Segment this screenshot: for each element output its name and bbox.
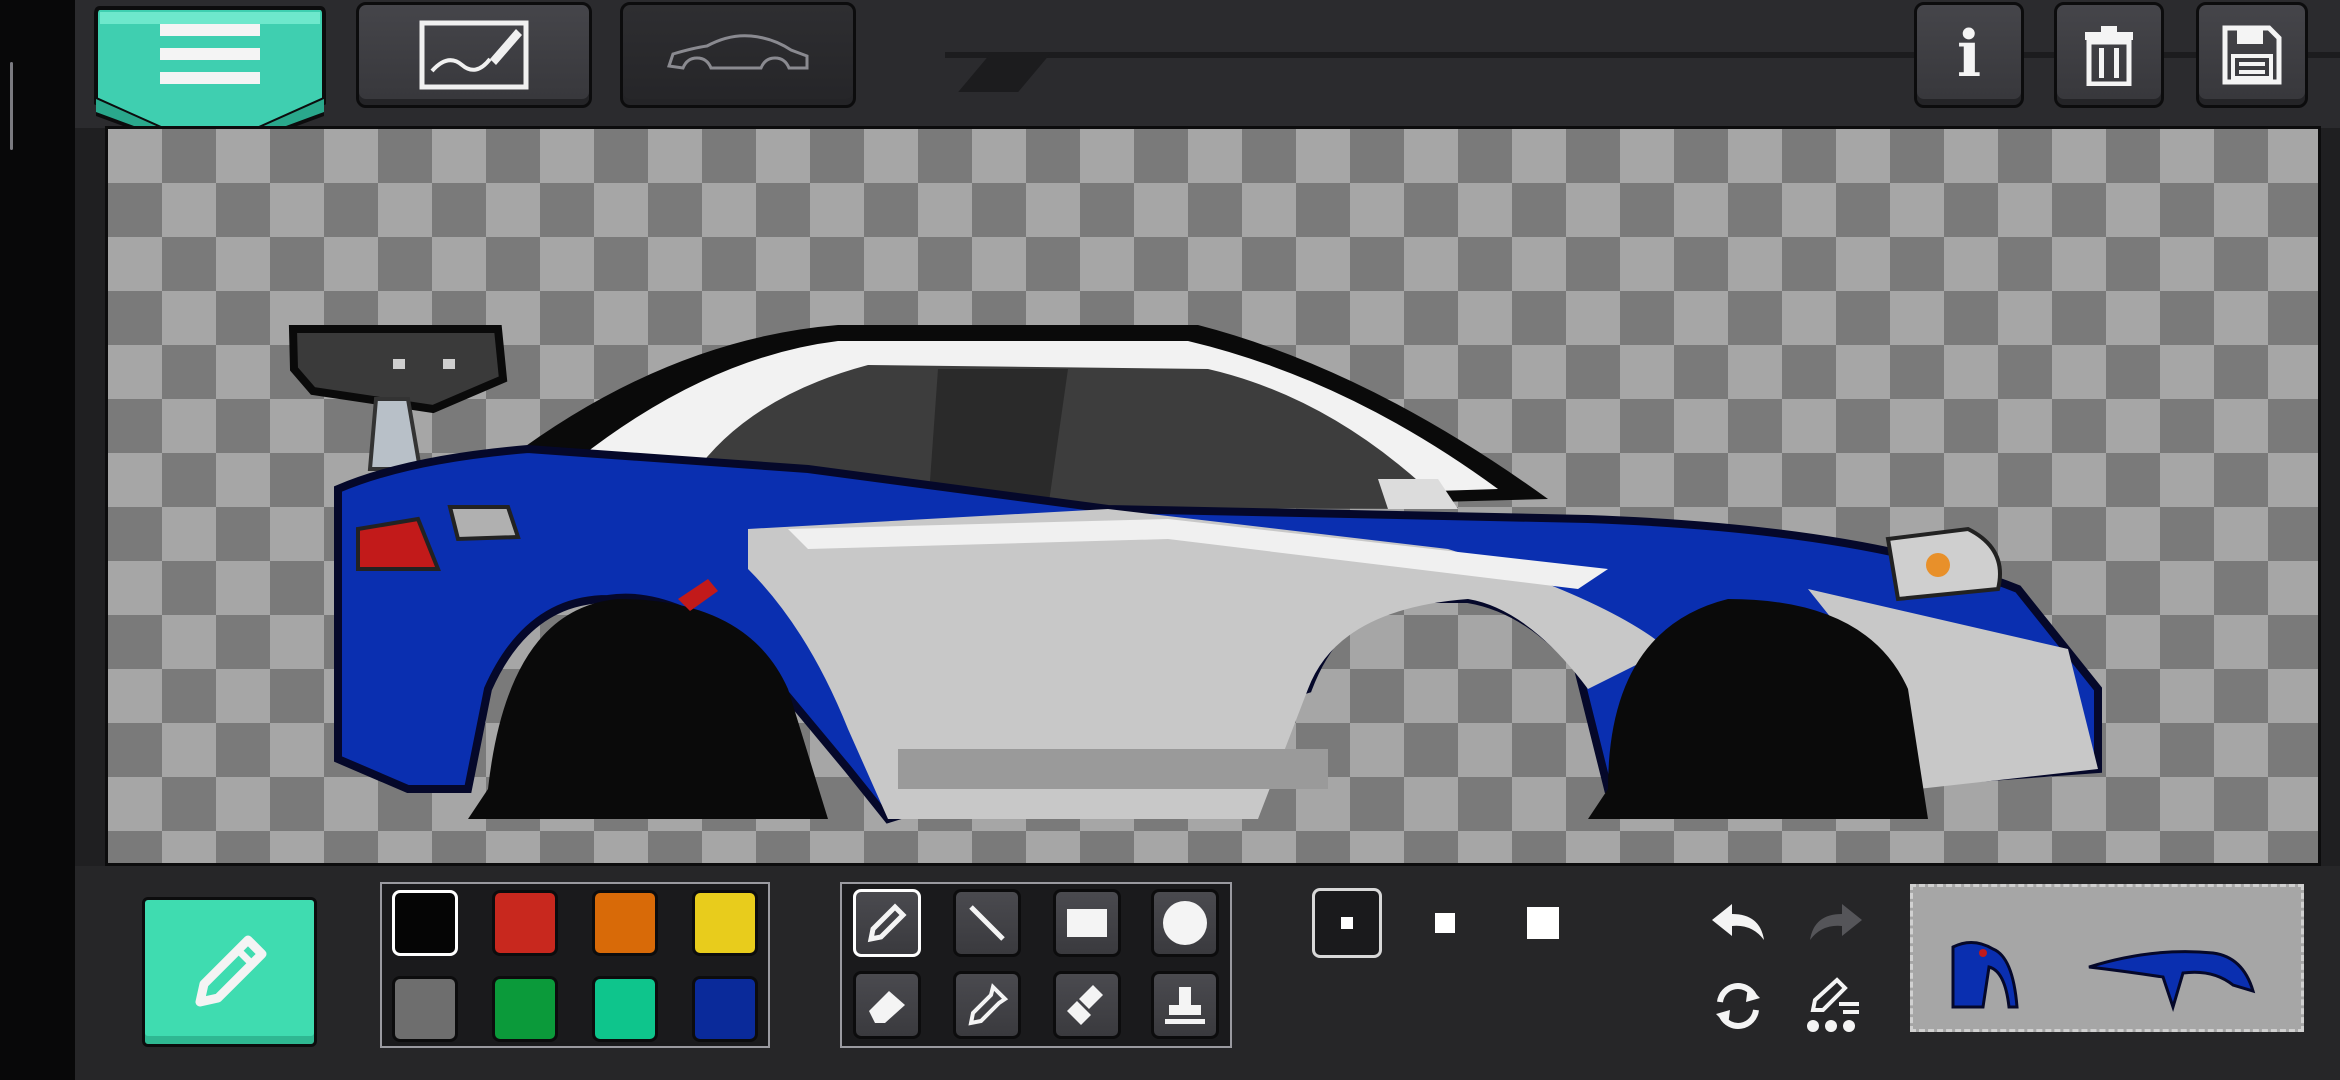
pen-settings-button[interactable] <box>1800 974 1870 1038</box>
circle-icon <box>1163 901 1207 945</box>
info-button[interactable]: i <box>1914 2 2024 108</box>
save-button[interactable] <box>2196 2 2308 108</box>
pencil-tool[interactable] <box>853 889 921 957</box>
color-swatch[interactable] <box>592 976 658 1042</box>
car-artwork <box>288 325 2102 824</box>
undo-arrow-icon <box>1712 904 1764 940</box>
floppy-disk-icon <box>2222 25 2282 85</box>
brush-size-medium[interactable] <box>1410 888 1480 958</box>
eraser-tool[interactable] <box>853 971 921 1039</box>
spray-can-icon <box>1067 985 1103 1025</box>
brush-size-dot <box>1341 917 1353 929</box>
eyedropper-tool[interactable] <box>953 971 1021 1039</box>
eyedropper-icon <box>968 983 1009 1026</box>
color-swatch[interactable] <box>692 976 758 1042</box>
rotate-button[interactable] <box>1706 974 1770 1038</box>
delete-button[interactable] <box>2054 2 2164 108</box>
spray-tool[interactable] <box>1053 971 1121 1039</box>
car-outline-icon <box>667 34 809 70</box>
info-icon: i <box>1956 17 1982 92</box>
layer-preview[interactable] <box>1910 884 2304 1032</box>
trash-icon <box>2085 26 2133 86</box>
color-swatch[interactable] <box>392 890 458 956</box>
brush-size-small[interactable] <box>1312 888 1382 958</box>
eraser-icon <box>869 991 905 1023</box>
rectangle-tool[interactable] <box>1053 889 1121 957</box>
redo-arrow-icon <box>1810 904 1862 940</box>
color-swatch[interactable] <box>692 890 758 956</box>
drawing-canvas[interactable] <box>105 126 2321 866</box>
brush-size-dot <box>1527 907 1559 939</box>
stamp-icon <box>1165 987 1205 1024</box>
color-swatch[interactable] <box>492 890 558 956</box>
drawing-canvas-icon <box>419 20 529 90</box>
draw-mode-button[interactable] <box>356 2 592 108</box>
brush-size-large[interactable] <box>1508 888 1578 958</box>
color-swatch[interactable] <box>392 976 458 1042</box>
color-swatch[interactable] <box>492 976 558 1042</box>
preview-thumbnail <box>1951 941 2256 1013</box>
pencil-icon <box>195 935 266 1007</box>
side-handle[interactable] <box>10 62 13 150</box>
pen-settings-icon <box>1807 977 1859 1032</box>
brush-size-dot <box>1435 913 1455 933</box>
rotate-icon <box>1716 983 1760 1029</box>
system-side-strip <box>0 0 75 1080</box>
pencil-icon <box>867 903 907 943</box>
redo-button[interactable] <box>1804 892 1868 952</box>
line-tool[interactable] <box>953 889 1021 957</box>
line-icon <box>969 905 1005 941</box>
rectangle-icon <box>1067 909 1107 937</box>
circle-tool[interactable] <box>1151 889 1219 957</box>
car-shape-button[interactable] <box>620 2 856 108</box>
color-swatch[interactable] <box>592 890 658 956</box>
undo-button[interactable] <box>1706 892 1770 952</box>
stamp-tool[interactable] <box>1151 971 1219 1039</box>
active-tool-button[interactable] <box>142 897 317 1047</box>
